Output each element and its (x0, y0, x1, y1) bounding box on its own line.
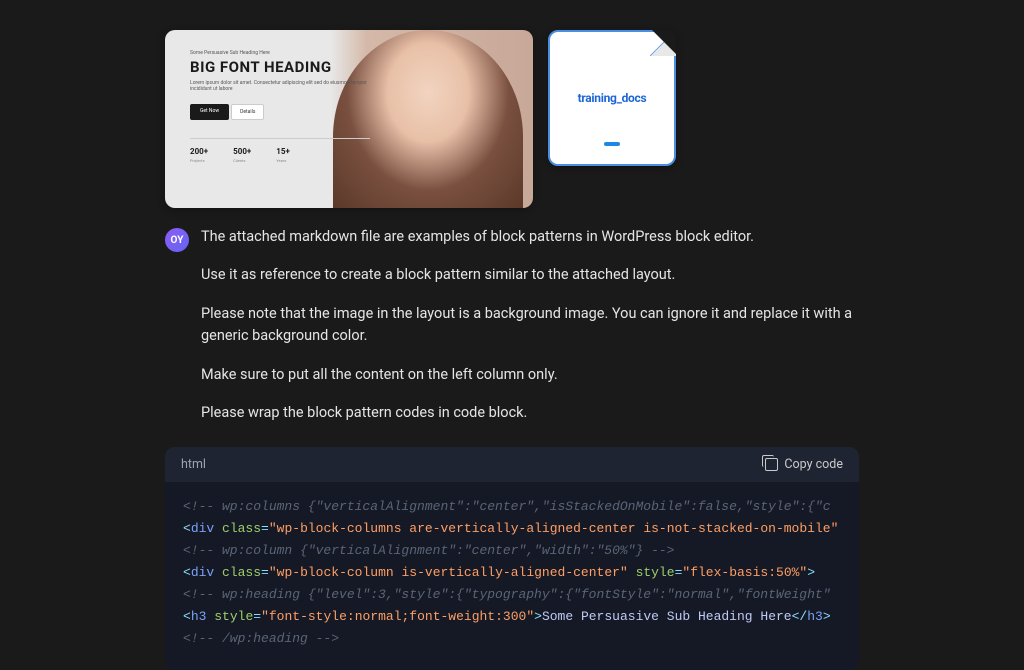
message-paragraph: Use it as reference to create a block pa… (201, 264, 859, 286)
user-avatar: OY (165, 228, 189, 252)
preview-heading: BIG FONT HEADING (190, 58, 370, 76)
message-paragraph: Please wrap the block pattern codes in c… (201, 402, 859, 424)
code-header: html Copy code (165, 447, 859, 482)
preview-btn-primary: Get Now (190, 104, 229, 120)
preview-description: Lorem ipsum dolor sit amet. Consectetur … (190, 80, 370, 92)
preview-subheading: Some Persuasive Sub Heading Here (190, 50, 370, 56)
image-preview-content: Some Persuasive Sub Heading Here BIG FON… (190, 50, 370, 163)
file-name: training_docs (578, 91, 647, 105)
message-text: The attached markdown file are examples … (201, 226, 859, 425)
copy-code-button[interactable]: Copy code (765, 457, 843, 472)
stat-item: 200+Projects (190, 147, 208, 163)
clipboard-icon (765, 458, 778, 471)
message-paragraph: Please note that the image in the layout… (201, 303, 859, 348)
message-paragraph: The attached markdown file are examples … (201, 226, 859, 248)
code-content[interactable]: <!-- wp:columns {"verticalAlignment":"ce… (165, 482, 859, 670)
chat-container: Some Persuasive Sub Heading Here BIG FON… (0, 0, 1024, 670)
copy-label: Copy code (784, 457, 843, 472)
file-fold-icon (650, 30, 676, 56)
stat-item: 500+Clients (233, 147, 251, 163)
stat-item: 15+Years (276, 147, 290, 163)
user-message: OY The attached markdown file are exampl… (165, 226, 859, 425)
attachments-row: Some Persuasive Sub Heading Here BIG FON… (165, 30, 859, 208)
file-dash-icon (604, 142, 620, 146)
preview-stats: 200+Projects 500+Clients 15+Years (190, 138, 370, 163)
preview-btn-secondary: Details (231, 104, 264, 120)
image-attachment[interactable]: Some Persuasive Sub Heading Here BIG FON… (165, 30, 533, 208)
file-attachment[interactable]: training_docs (548, 30, 676, 166)
code-block: html Copy code <!-- wp:columns {"vertica… (165, 447, 859, 670)
message-paragraph: Make sure to put all the content on the … (201, 364, 859, 386)
preview-buttons: Get Now Details (190, 104, 370, 120)
code-language-label: html (181, 457, 206, 472)
